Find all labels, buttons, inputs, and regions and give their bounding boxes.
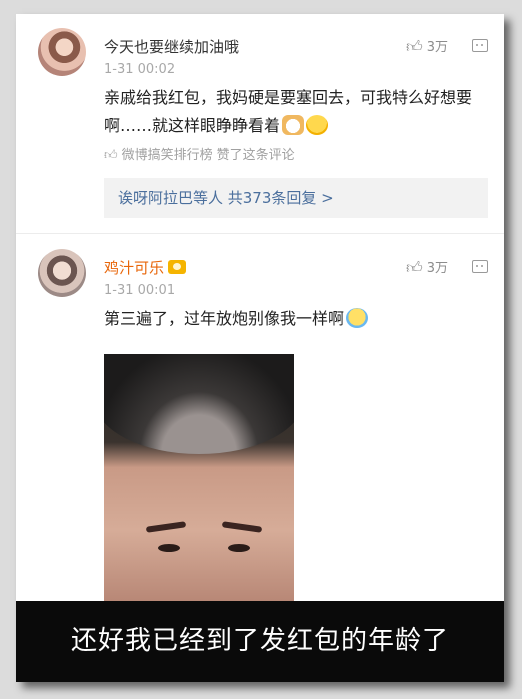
- like-count: 3万: [426, 261, 448, 276]
- thumbs-up-icon: 👍︎: [405, 258, 423, 277]
- photo-eye: [158, 544, 180, 552]
- thumbs-up-icon: 👍︎: [405, 37, 423, 56]
- photo-hair: [104, 354, 294, 454]
- comment-username[interactable]: 今天也要继续加油哦: [104, 36, 239, 57]
- liked-by-note: 👍︎ 微博搞笑排行榜 赞了这条评论: [104, 144, 295, 163]
- comment-time: 1-31 00:01: [104, 283, 176, 298]
- liked-by-account[interactable]: 微博搞笑排行榜: [122, 148, 213, 163]
- weibo-comment-card: 今天也要继续加油哦 1-31 00:02 👍︎ 3万 亲戚给我红包，我妈硬是要塞回…: [16, 14, 504, 682]
- like-button[interactable]: 👍︎ 3万: [406, 36, 448, 57]
- comment-item: 今天也要继续加油哦 1-31 00:02 👍︎ 3万 亲戚给我红包，我妈硬是要塞回…: [16, 14, 504, 234]
- comment-text-body: 第三遍了，过年放炮别像我一样啊: [104, 309, 345, 328]
- face-emoji-icon: [306, 115, 329, 135]
- reply-comment-icon[interactable]: [472, 260, 488, 273]
- photo-brow: [145, 521, 187, 533]
- comment-time: 1-31 00:02: [104, 62, 176, 77]
- like-count: 3万: [426, 40, 448, 55]
- avatar[interactable]: [38, 28, 86, 76]
- more-replies-link[interactable]: 诶呀阿拉巴等人 共373条回复 >: [104, 178, 488, 218]
- crying-emoji-icon: [346, 308, 369, 328]
- like-button[interactable]: 👍︎ 3万: [406, 257, 448, 278]
- comment-text: 第三遍了，过年放炮别像我一样啊: [104, 305, 492, 333]
- comment-photo[interactable]: [104, 354, 294, 606]
- liked-by-action: 赞了这条评论: [216, 148, 295, 163]
- comment-username[interactable]: 鸡汁可乐: [104, 257, 187, 278]
- avatar[interactable]: [38, 249, 86, 297]
- photo-eye: [228, 544, 250, 552]
- comment-text: 亲戚给我红包，我妈硬是要塞回去，可我特么好想要啊……就这样眼睁睁看着: [104, 84, 492, 140]
- caption-bar: 还好我已经到了发红包的年龄了: [16, 601, 504, 682]
- thumbs-up-icon: 👍︎: [104, 148, 118, 163]
- photo-brow: [221, 521, 263, 533]
- comment-username-text: 鸡汁可乐: [104, 259, 165, 277]
- cat-emoji-icon: [282, 115, 305, 135]
- caption-text: 还好我已经到了发红包的年龄了: [70, 626, 449, 656]
- reply-comment-icon[interactable]: [472, 39, 488, 52]
- vip-badge-icon: [168, 260, 187, 274]
